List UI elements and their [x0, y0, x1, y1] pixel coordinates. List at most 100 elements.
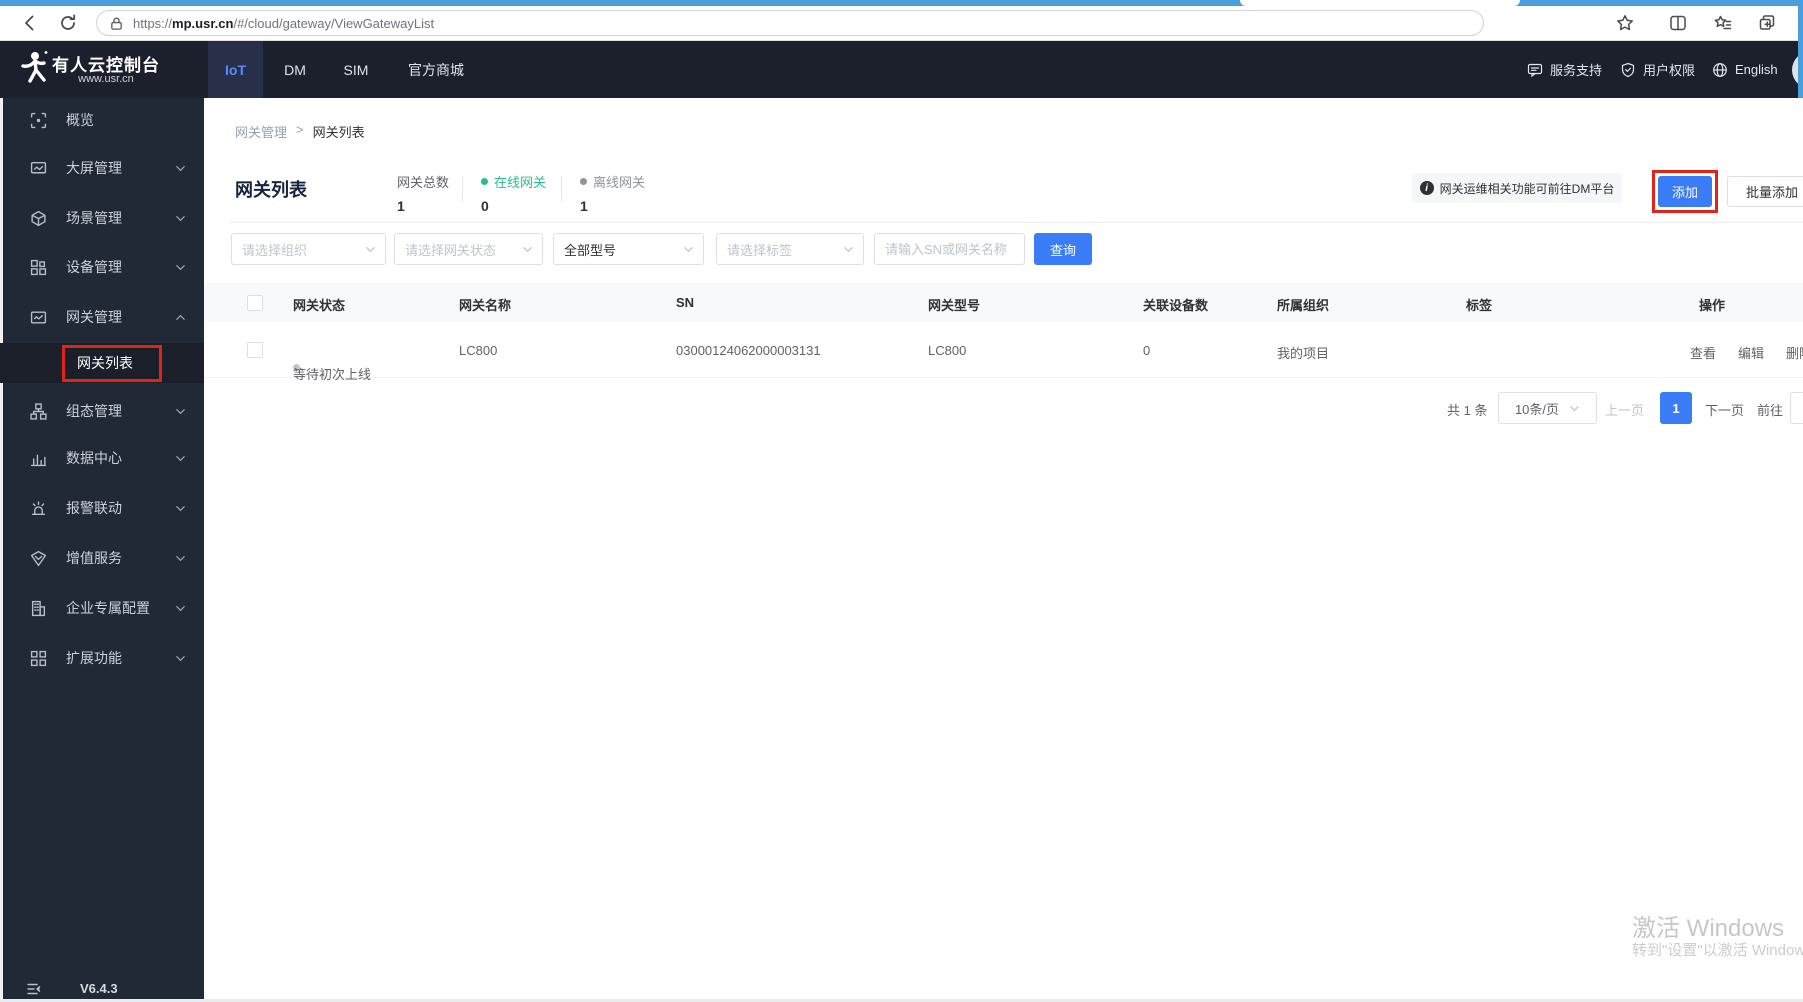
chevron-down-icon: [175, 503, 186, 514]
tab-dm[interactable]: DM: [270, 41, 320, 98]
gateway-status-select[interactable]: 请选择网关状态: [394, 233, 543, 265]
favorites-bar-icon[interactable]: [1713, 13, 1733, 33]
current-page-button[interactable]: 1: [1660, 392, 1692, 424]
add-gateway-button[interactable]: 添加: [1658, 176, 1712, 207]
page-size-select[interactable]: 10条/页: [1498, 392, 1597, 424]
dm-info-banner: i 网关运维相关功能可前往DM平台: [1412, 173, 1622, 203]
org-select[interactable]: 请选择组织: [231, 233, 386, 265]
badge-icon: [30, 550, 47, 567]
overview-icon: [30, 112, 47, 129]
chevron-down-icon: [1570, 405, 1579, 411]
breadcrumb-current: 网关列表: [312, 125, 365, 140]
tag-select[interactable]: 请选择标签: [716, 233, 864, 265]
chevron-up-icon: [175, 312, 186, 323]
delete-link[interactable]: 删除: [1786, 343, 1803, 362]
chevron-down-icon: [175, 603, 186, 614]
window-right-edge: [1798, 0, 1803, 98]
language-label: English: [1735, 62, 1778, 77]
collections-icon[interactable]: [1757, 13, 1777, 33]
globe-icon: [1713, 62, 1727, 77]
support-menu[interactable]: 服务支持: [1527, 41, 1602, 98]
favorite-star-icon[interactable]: [1615, 13, 1635, 33]
row-checkbox[interactable]: [247, 342, 263, 358]
split-screen-icon[interactable]: [1668, 13, 1688, 33]
goto-page-input[interactable]: [1790, 392, 1803, 424]
grid-icon: [30, 650, 47, 667]
edit-link[interactable]: 编辑: [1738, 343, 1764, 362]
sidebar-item-config-mgmt[interactable]: 组态管理: [0, 391, 204, 431]
sidebar-item-device-mgmt[interactable]: 设备管理: [0, 247, 204, 287]
support-label: 服务支持: [1550, 63, 1603, 78]
sidebar-item-overview[interactable]: 概览: [0, 100, 204, 140]
page-title: 网关列表: [235, 180, 307, 200]
select-all-checkbox[interactable]: [247, 295, 263, 311]
breadcrumb: 网关管理 > 网关列表: [235, 122, 365, 141]
chevron-down-icon: [175, 453, 186, 464]
version-label: V6.4.3: [80, 981, 118, 996]
sidebar-item-screen-mgmt[interactable]: 大屏管理: [0, 148, 204, 188]
sidebar-item-alarm-linkage[interactable]: 报警联动: [0, 488, 204, 528]
back-icon[interactable]: [20, 13, 40, 33]
scene-icon: [30, 210, 47, 227]
pagination-total: 共 1 条: [1447, 403, 1488, 418]
windows-activation-watermark: 激活 Windows: [1632, 915, 1785, 942]
sn-search-input[interactable]: [874, 233, 1025, 265]
col-status: 网关状态: [293, 298, 346, 313]
prev-page-button[interactable]: 上一页: [1605, 400, 1644, 419]
sidebar-item-gateway-mgmt[interactable]: 网关管理: [0, 297, 204, 337]
tab-store[interactable]: 官方商城: [396, 41, 476, 98]
table-row: 等待初次上线 LC800 03000124062000003131 LC800 …: [204, 322, 1803, 382]
sidebar-subitem-gateway-list[interactable]: 网关列表: [0, 343, 204, 383]
next-page-button[interactable]: 下一页: [1705, 400, 1744, 419]
breadcrumb-separator: >: [296, 122, 304, 137]
building-icon: [30, 600, 47, 617]
stat-divider: [561, 176, 562, 202]
chevron-down-icon: [175, 163, 186, 174]
lock-icon[interactable]: [109, 16, 124, 31]
model-select[interactable]: 全部型号: [553, 233, 704, 265]
sidebar-item-data-center[interactable]: 数据中心: [0, 438, 204, 478]
chevron-down-icon: [365, 244, 376, 255]
search-button[interactable]: 查询: [1034, 233, 1092, 265]
main-content: 网关管理 > 网关列表 网关列表 网关总数 1 在线网关 0 离线网关 1 i …: [204, 98, 1803, 1002]
device-icon: [30, 259, 47, 276]
usr-logo-icon: [15, 50, 49, 90]
col-org: 所属组织: [1277, 298, 1330, 313]
chevron-down-icon: [522, 244, 533, 255]
breadcrumb-parent[interactable]: 网关管理: [235, 122, 287, 141]
address-bar[interactable]: https://mp.usr.cn/#/cloud/gateway/ViewGa…: [96, 10, 1484, 36]
tab-sim[interactable]: SIM: [330, 41, 382, 98]
sidebar-item-scene-mgmt[interactable]: 场景管理: [0, 198, 204, 238]
tab-iot[interactable]: IoT: [208, 41, 263, 98]
view-link[interactable]: 查看: [1690, 343, 1716, 362]
stat-divider: [462, 176, 463, 202]
row-sn: 03000124062000003131: [676, 343, 821, 358]
sidebar-item-extensions[interactable]: 扩展功能: [0, 638, 204, 678]
alarm-icon: [30, 500, 47, 517]
section-divider: [230, 222, 1803, 223]
permissions-label: 用户权限: [1643, 63, 1696, 78]
sidebar-item-enterprise-config[interactable]: 企业专属配置: [0, 588, 204, 628]
bulk-add-button[interactable]: 批量添加: [1727, 176, 1803, 207]
online-dot: [481, 178, 488, 185]
chat-icon: [1527, 63, 1543, 77]
url-text: https://mp.usr.cn/#/cloud/gateway/ViewGa…: [133, 15, 435, 31]
sitemap-icon: [30, 402, 47, 420]
refresh-icon[interactable]: [58, 13, 78, 33]
stat-total-gateways: 网关总数 1: [397, 175, 450, 214]
screen-icon: [30, 160, 47, 177]
chevron-down-icon: [175, 262, 186, 273]
stat-online-gateways: 在线网关 0: [481, 175, 547, 214]
gateway-icon: [30, 309, 47, 326]
chevron-down-icon: [683, 244, 694, 255]
permissions-menu[interactable]: 用户权限: [1620, 41, 1695, 98]
col-device-count: 关联设备数: [1143, 298, 1209, 313]
language-switch[interactable]: English: [1712, 41, 1778, 98]
row-name: LC800: [459, 343, 498, 358]
table-header: 网关状态 网关名称 SN 网关型号 关联设备数 所属组织 标签 操作: [204, 283, 1803, 323]
col-name: 网关名称: [459, 298, 512, 313]
collapse-sidebar-icon[interactable]: [26, 981, 42, 997]
sidebar-item-value-services[interactable]: 增值服务: [0, 538, 204, 578]
app-window: https://mp.usr.cn/#/cloud/gateway/ViewGa…: [0, 0, 1803, 1002]
chevron-down-icon: [175, 553, 186, 564]
